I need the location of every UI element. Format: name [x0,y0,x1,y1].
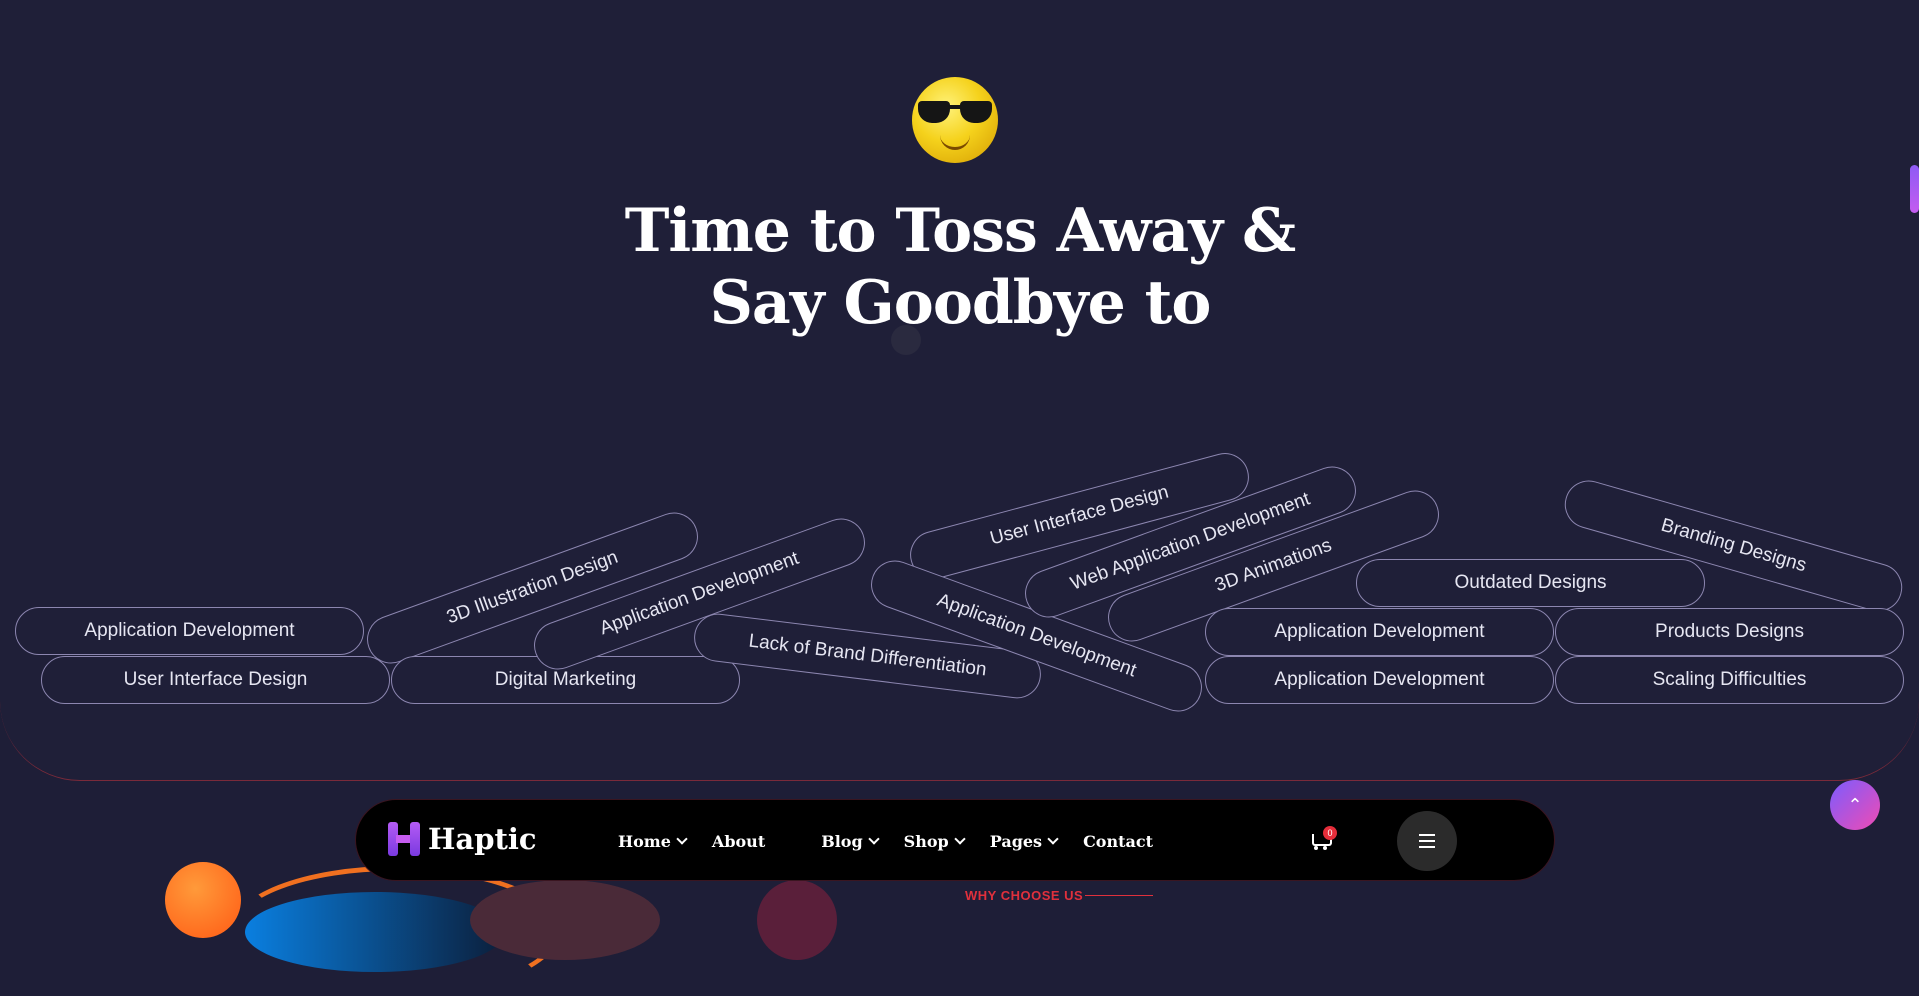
pill-tag: Application Development [1205,656,1554,704]
logo-text: Haptic [428,822,537,856]
section-eyebrow: WHY CHOOSE US [965,888,1084,903]
chevron-down-icon [954,833,966,845]
pill-tag: Outdated Designs [1356,559,1705,607]
hero-title-line2: Say Goodbye to [709,268,1212,338]
nav-item-about[interactable]: About [712,832,765,851]
decorative-image [245,892,505,972]
cursor-dot [891,325,921,355]
nav-item-pages[interactable]: Pages [990,832,1059,851]
pill-tag: Application Development [1205,608,1554,656]
main-navbar: Haptic Home About Blog Shop Pages Contac… [355,799,1555,881]
decorative-blob [757,880,837,960]
hamburger-menu-button[interactable] [1397,811,1457,871]
nav-item-contact[interactable]: Contact [1083,832,1153,851]
nav-menu: Home About Blog Shop Pages Contact [618,800,1153,882]
haptic-logo-icon [386,820,424,858]
chevron-down-icon [1047,833,1059,845]
pill-tag: User Interface Design [41,656,390,704]
double-chevron-up-icon: ⌃ [1847,794,1863,815]
nav-item-home[interactable]: Home [618,832,688,851]
nav-item-shop[interactable]: Shop [904,832,966,851]
hero-title-line1: Time to Toss Away & [624,196,1296,266]
chevron-down-icon [676,833,688,845]
decorative-blob [470,880,660,960]
chevron-down-icon [868,833,880,845]
cart-count-badge: 0 [1323,826,1337,840]
sunglasses-face-emoji-icon [912,77,998,163]
pill-tag: Products Designs [1555,608,1904,656]
hero-title: Time to Toss Away & Say Goodbye to [560,195,1360,339]
pill-tag: Application Development [15,607,364,655]
nav-item-blog[interactable]: Blog [821,832,880,851]
pill-tag: Scaling Difficulties [1555,656,1904,704]
cart-button[interactable]: 0 [1309,826,1337,851]
hero-section: Time to Toss Away & Say Goodbye to Appli… [0,0,1919,781]
back-to-top-button[interactable]: ⌃ [1830,780,1880,830]
eyebrow-divider [1085,895,1153,896]
scroll-progress-indicator[interactable] [1910,165,1919,213]
site-logo[interactable]: Haptic [386,820,537,858]
